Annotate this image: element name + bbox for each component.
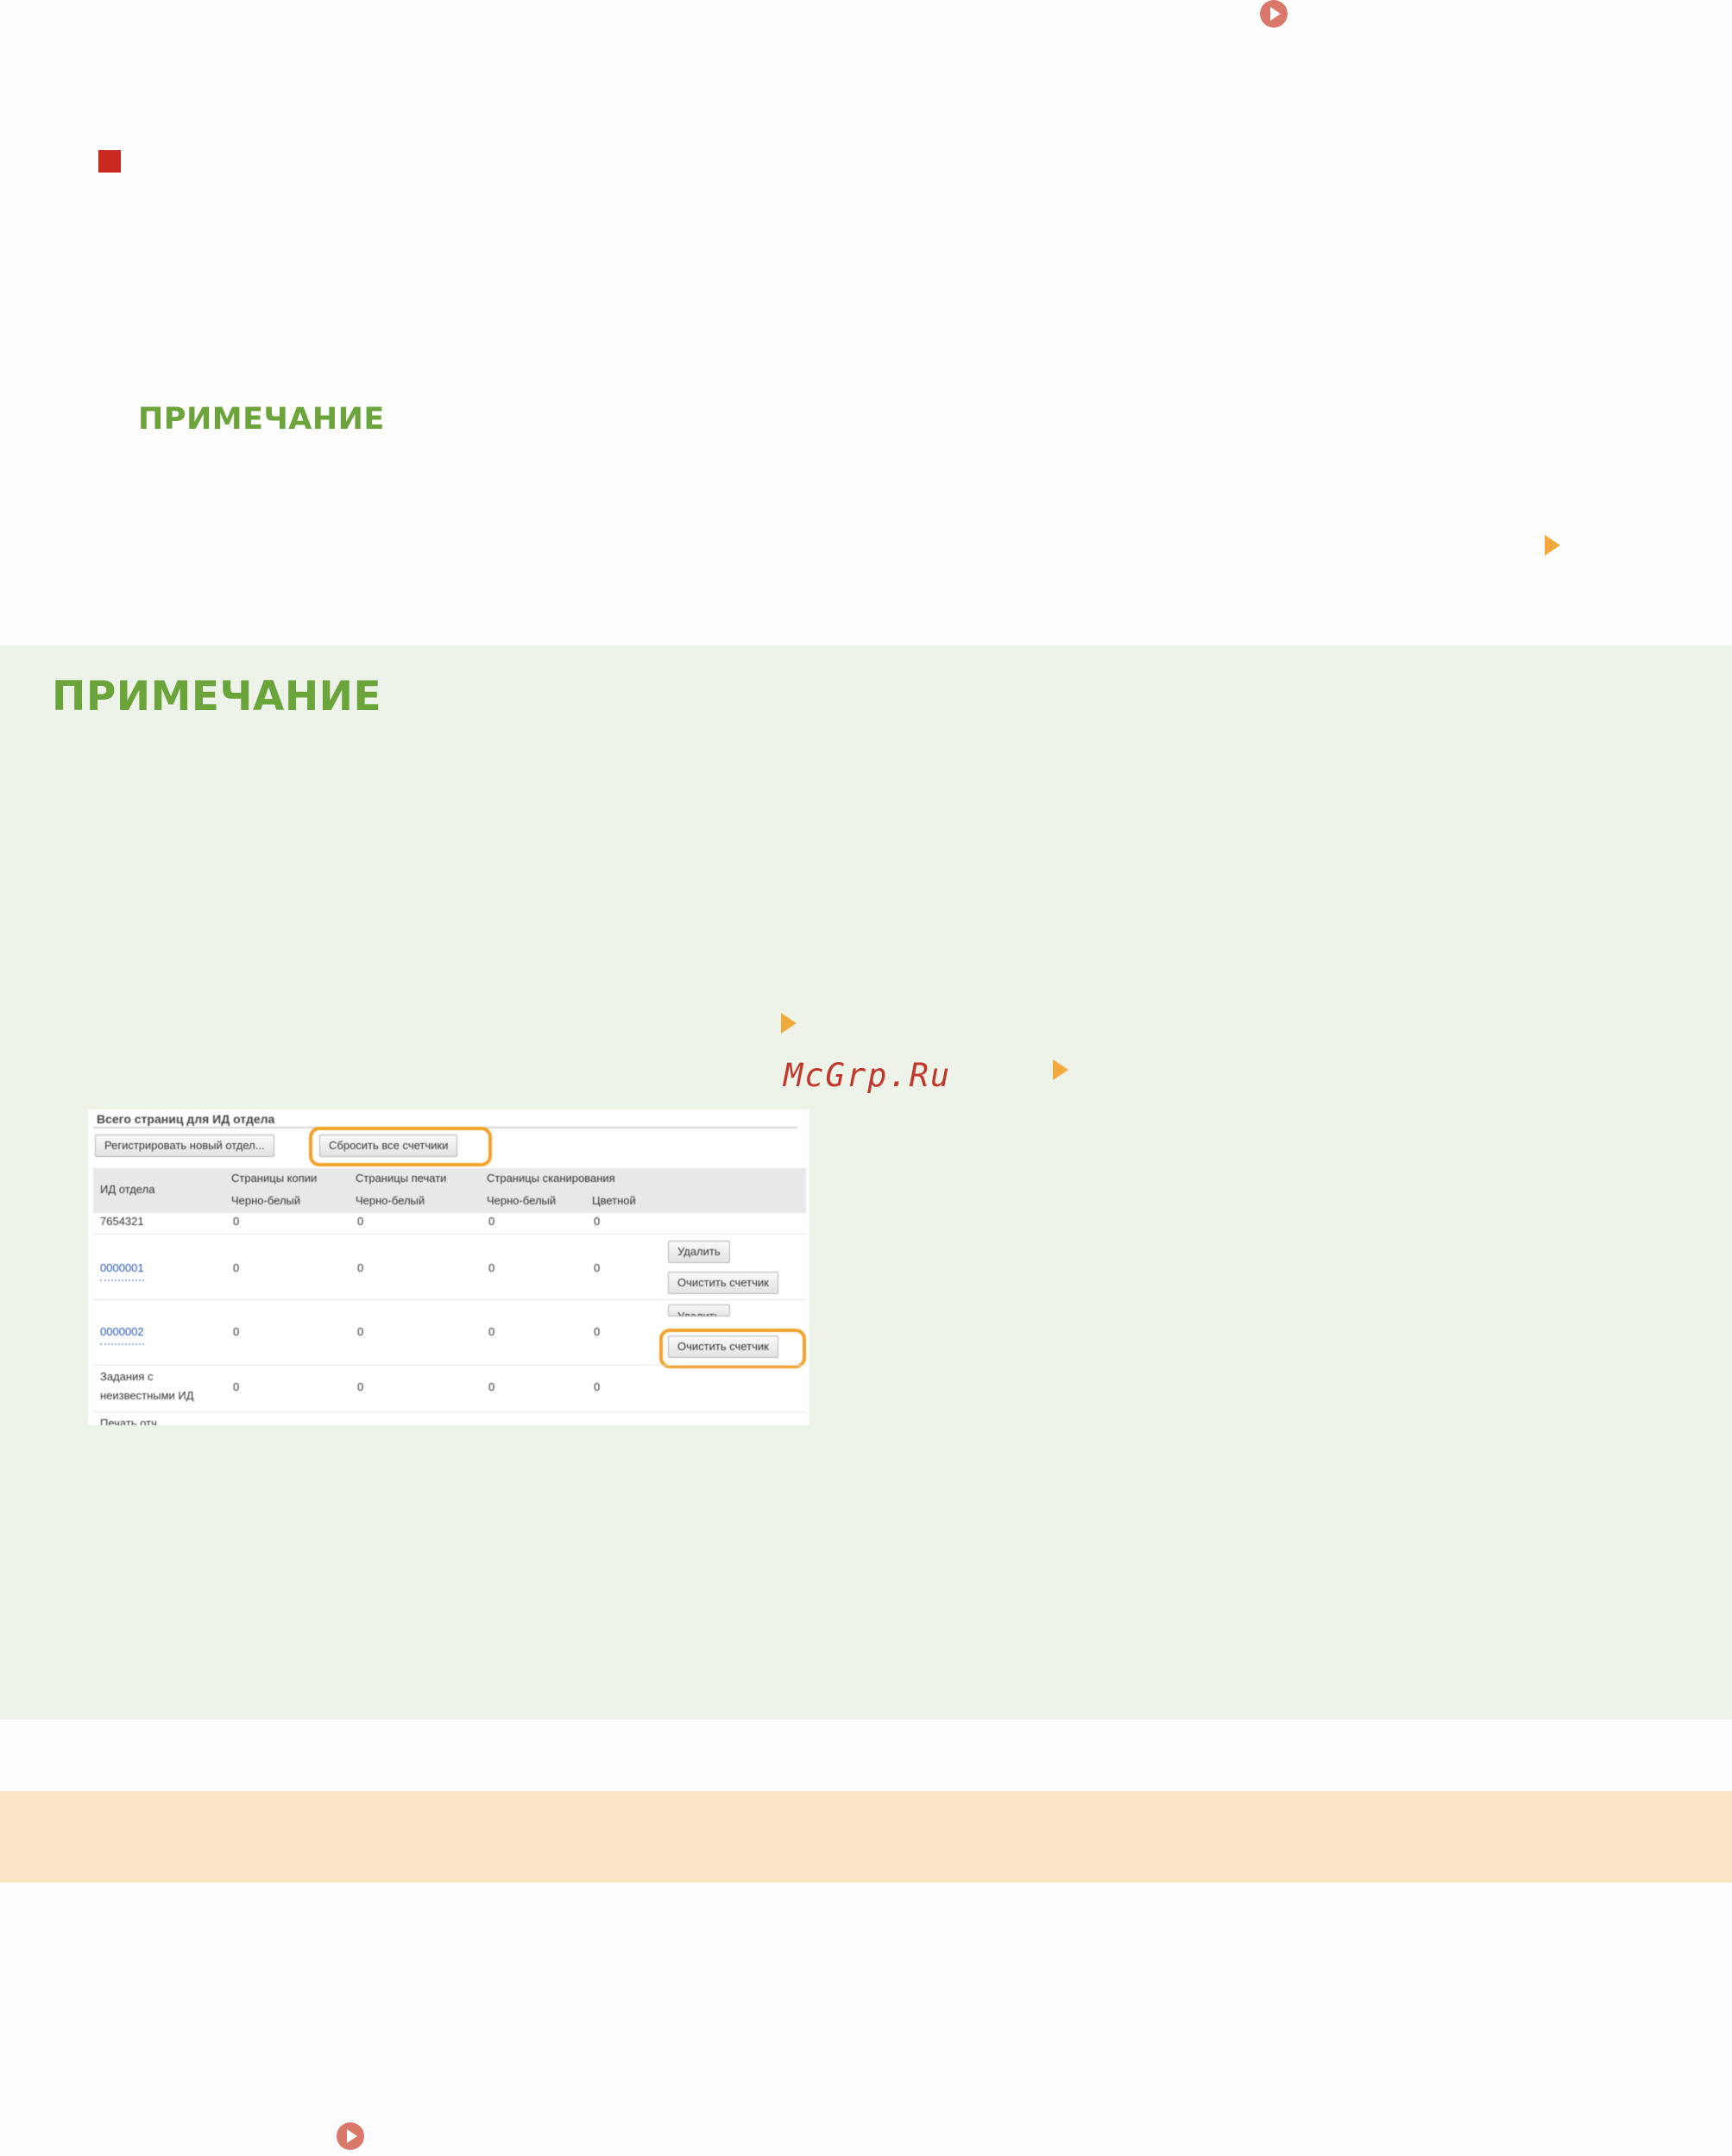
table-cell: 0 bbox=[357, 1380, 364, 1393]
highlight-ring bbox=[659, 1329, 806, 1368]
table-cell-dept-id: Задания с bbox=[100, 1370, 154, 1383]
table-cell: 0 bbox=[594, 1325, 601, 1338]
red-square-bullet-icon bbox=[98, 150, 121, 173]
column-header-scan-color: Цветной bbox=[592, 1194, 636, 1207]
note-heading: ПРИМЕЧАНИЕ bbox=[138, 402, 385, 437]
table-cell: 0 bbox=[357, 1215, 364, 1228]
arrow-right-icon[interactable] bbox=[1053, 1059, 1068, 1080]
table-cell: 0 bbox=[594, 1261, 601, 1274]
table-cell: 0 bbox=[488, 1380, 495, 1393]
column-header-dept-id: ИД отдела bbox=[100, 1183, 155, 1196]
row-divider bbox=[93, 1234, 806, 1235]
clear-counter-button[interactable]: Очистить счетчик bbox=[668, 1272, 778, 1294]
column-header-copy-bw: Черно-белый bbox=[231, 1194, 301, 1207]
table-cell-dept-id: неизвестными ИД bbox=[100, 1389, 194, 1402]
row-divider bbox=[93, 1411, 806, 1412]
arrow-right-icon[interactable] bbox=[1545, 535, 1560, 556]
table-cell: 0 bbox=[233, 1215, 240, 1228]
table-cell: 0 bbox=[357, 1261, 364, 1274]
dept-id-link[interactable]: 0000002 bbox=[100, 1325, 144, 1345]
column-header-print-bw: Черно-белый bbox=[356, 1194, 425, 1207]
row-divider bbox=[93, 1365, 806, 1366]
table-cell: 0 bbox=[488, 1325, 495, 1338]
column-header-scan-bw: Черно-белый bbox=[487, 1194, 557, 1207]
dept-id-link[interactable]: 0000001 bbox=[100, 1261, 144, 1281]
table-cell: 0 bbox=[233, 1261, 240, 1274]
arrow-right-icon[interactable] bbox=[781, 1013, 797, 1034]
table-cell: 0 bbox=[488, 1261, 495, 1274]
table-cell-dept-id: 7654321 bbox=[100, 1215, 144, 1228]
note-heading-large: ПРИМЕЧАНИЕ bbox=[52, 673, 382, 720]
column-header-print: Страницы печати bbox=[356, 1172, 447, 1185]
table-cell: 0 bbox=[357, 1325, 364, 1338]
table-cell-cut: Печать отч bbox=[100, 1417, 157, 1425]
screenshot-title: Всего страниц для ИД отдела bbox=[97, 1112, 275, 1126]
delete-button[interactable]: Удалить bbox=[668, 1304, 730, 1317]
column-header-copy: Страницы копии bbox=[231, 1172, 318, 1185]
circle-play-icon[interactable] bbox=[337, 2122, 364, 2150]
table-header bbox=[93, 1168, 806, 1213]
table-cell: 0 bbox=[233, 1325, 240, 1338]
delete-button[interactable]: Удалить bbox=[668, 1241, 730, 1263]
highlight-ring bbox=[309, 1127, 492, 1166]
info-bar bbox=[0, 1791, 1732, 1883]
department-counter-screenshot: Всего страниц для ИД отдела Регистрирова… bbox=[88, 1109, 809, 1425]
column-header-scan: Страницы сканирования bbox=[487, 1172, 615, 1185]
table-cell: 0 bbox=[594, 1380, 601, 1393]
table-cell: 0 bbox=[233, 1380, 240, 1393]
circle-play-icon[interactable] bbox=[1260, 0, 1288, 28]
watermark: McGrp.Ru bbox=[784, 1057, 952, 1094]
table-cell: 0 bbox=[488, 1215, 495, 1228]
row-divider bbox=[93, 1299, 806, 1300]
table-cell: 0 bbox=[594, 1215, 601, 1228]
register-department-button[interactable]: Регистрировать новый отдел... bbox=[95, 1135, 274, 1157]
